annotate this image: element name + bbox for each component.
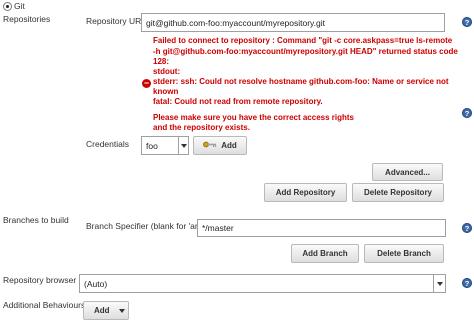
- repositories-label: Repositories: [3, 14, 51, 24]
- add-branch-label: Add Branch: [302, 249, 348, 258]
- add-branch-button[interactable]: Add Branch: [291, 244, 359, 263]
- repository-browser-label: Repository browser: [3, 275, 77, 285]
- delete-branch-button[interactable]: Delete Branch: [364, 244, 444, 263]
- credentials-value: foo: [146, 140, 158, 151]
- branch-specifier-input[interactable]: */master: [197, 219, 446, 237]
- git-label: Git: [14, 1, 25, 11]
- git-radio[interactable]: [3, 2, 12, 11]
- repository-url-help-icon[interactable]: ?: [462, 17, 472, 27]
- advanced-label: Advanced...: [385, 167, 430, 177]
- repository-url-value: git@github.com-foo:myaccount/myrepositor…: [146, 17, 326, 28]
- repository-help-icon[interactable]: ?: [462, 108, 472, 118]
- key-icon: [203, 141, 217, 150]
- branch-specifier-label: Branch Specifier (blank for 'any'): [86, 221, 209, 231]
- branch-specifier-help-icon[interactable]: ?: [462, 223, 472, 233]
- delete-repository-button[interactable]: Delete Repository: [352, 183, 444, 202]
- chevron-down-icon: [178, 137, 188, 154]
- error-message-line: Please make sure you have the correct ac…: [153, 113, 354, 122]
- error-message-line: and the repository exists.: [153, 123, 250, 132]
- add-behaviour-button[interactable]: Add: [83, 301, 129, 320]
- error-message-line: Failed to connect to repository : Comman…: [153, 36, 453, 45]
- add-credentials-label: Add: [221, 141, 237, 150]
- delete-branch-label: Delete Branch: [377, 249, 431, 258]
- repository-url-label: Repository URL: [86, 16, 146, 26]
- credentials-select[interactable]: foo: [141, 136, 189, 155]
- branch-specifier-value: */master: [202, 223, 234, 233]
- error-icon: −: [142, 78, 151, 88]
- repository-browser-select[interactable]: (Auto): [79, 274, 446, 293]
- branches-to-build-label: Branches to build: [3, 215, 69, 225]
- error-message-line: -h git@github.com-foo:myaccount/myreposi…: [153, 47, 458, 56]
- advanced-button[interactable]: Advanced...: [372, 163, 443, 181]
- error-message-line: stdout:: [153, 67, 181, 76]
- error-message-line: known: [153, 87, 179, 96]
- git-radio-dot: [6, 5, 9, 8]
- add-repository-button[interactable]: Add Repository: [264, 183, 347, 202]
- add-behaviour-label: Add: [94, 306, 110, 315]
- error-message-line: stderr: ssh: Could not resolve hostname …: [153, 77, 449, 86]
- add-credentials-button[interactable]: Add: [193, 136, 247, 155]
- chevron-down-icon: [118, 308, 125, 313]
- delete-repository-label: Delete Repository: [363, 188, 433, 197]
- additional-behaviours-label: Additional Behaviours: [3, 300, 86, 310]
- repository-browser-help-icon[interactable]: ?: [462, 278, 472, 288]
- repository-url-input[interactable]: git@github.com-foo:myaccount/myrepositor…: [141, 13, 445, 32]
- credentials-label: Credentials: [86, 139, 129, 149]
- error-message-line: 128:: [153, 57, 170, 66]
- chevron-down-icon: [433, 275, 445, 292]
- add-repository-label: Add Repository: [275, 188, 336, 197]
- repository-browser-value: (Auto): [84, 278, 108, 289]
- error-message-line: fatal: Could not read from remote reposi…: [153, 97, 323, 106]
